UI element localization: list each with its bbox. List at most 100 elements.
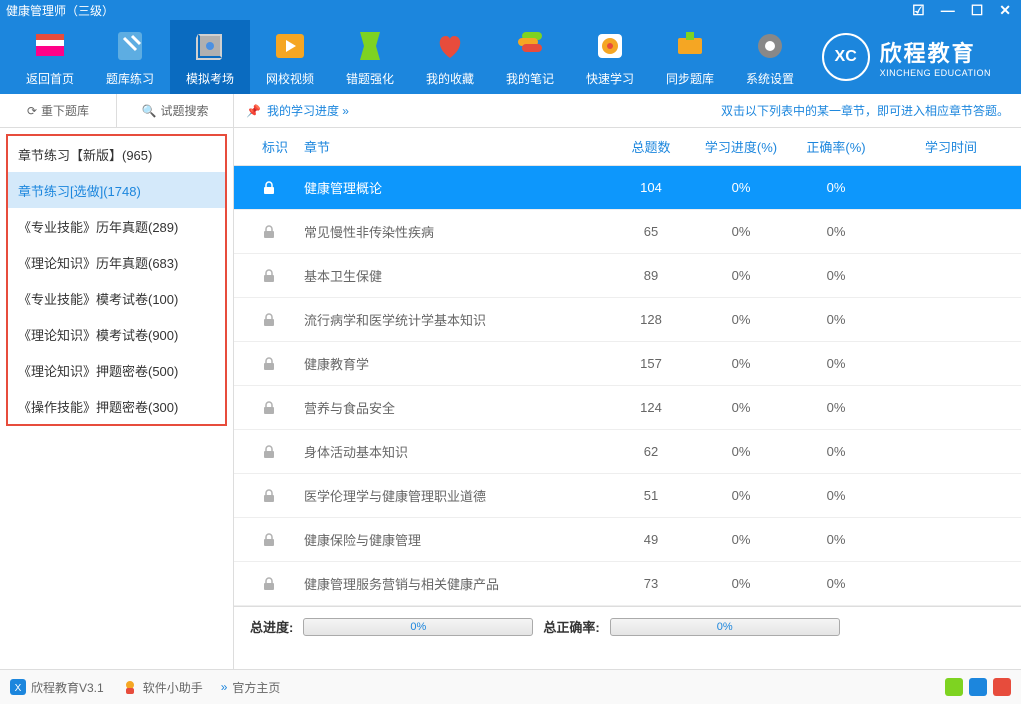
cell-progress: 0% [691,180,791,195]
sidebar-item-3[interactable]: 《理论知识》历年真题(683) [8,244,225,280]
restore-window-icon[interactable]: ☑ [908,2,929,19]
cell-total: 62 [611,444,691,459]
table-row[interactable]: 健康管理服务营销与相关健康产品730%0% [234,562,1021,606]
heart-icon [432,28,468,64]
cell-correct: 0% [791,224,881,239]
toolbar-wrong[interactable]: 错题强化 [330,20,410,94]
th-progress: 学习进度(%) [691,137,791,156]
pin-icon: 📌 [246,104,261,118]
sidebar-item-6[interactable]: 《理论知识》押题密卷(500) [8,352,225,388]
statusbar: X 欣程教育V3.1 软件小助手 » 官方主页 [0,669,1021,704]
sidebar-item-5[interactable]: 《理论知识》模考试卷(900) [8,316,225,352]
status-app[interactable]: X 欣程教育V3.1 [10,679,104,696]
minimize-window-icon[interactable]: — [937,2,959,19]
status-indicator-2[interactable] [969,678,987,696]
helper-icon [122,679,138,695]
sidebar-item-0[interactable]: 章节练习【新版】(965) [8,136,225,172]
toolbar-favorite[interactable]: 我的收藏 [410,20,490,94]
cell-progress: 0% [691,400,791,415]
toolbar-notes[interactable]: 我的笔记 [490,20,570,94]
status-indicator-1[interactable] [945,678,963,696]
table-row[interactable]: 医学伦理学与健康管理职业道德510%0% [234,474,1021,518]
sidebar-item-4[interactable]: 《专业技能》模考试卷(100) [8,280,225,316]
table-header: 标识 章节 总题数 学习进度(%) 正确率(%) 学习时间 [234,128,1021,166]
cell-progress: 0% [691,532,791,547]
th-total: 总题数 [611,137,691,156]
toolbar-quick[interactable]: 快速学习 [570,20,650,94]
cell-correct: 0% [791,400,881,415]
search-icon: 🔍 [142,104,157,118]
lock-icon [234,532,304,548]
cell-total: 104 [611,180,691,195]
toolbar-sync[interactable]: 同步题库 [650,20,730,94]
cell-chapter: 营养与食品安全 [304,398,611,417]
lock-icon [234,444,304,460]
table-row[interactable]: 健康教育学1570%0% [234,342,1021,386]
cell-correct: 0% [791,356,881,371]
toolbar-settings[interactable]: 系统设置 [730,20,810,94]
cell-correct: 0% [791,532,881,547]
my-progress-link[interactable]: 📌 我的学习进度 » [246,102,349,119]
window-controls: ☑ — ☐ ✕ [908,2,1015,19]
cell-chapter: 健康教育学 [304,354,611,373]
chevron-right-icon: » [221,680,228,694]
quick-icon [592,28,628,64]
sidebar-list: 章节练习【新版】(965) 章节练习[选做](1748) 《专业技能》历年真题(… [6,134,227,426]
cell-total: 49 [611,532,691,547]
brand-name-cn: 欣程教育 [880,36,991,68]
toolbar-video[interactable]: 网校视频 [250,20,330,94]
table-row[interactable]: 健康保险与健康管理490%0% [234,518,1021,562]
close-window-icon[interactable]: ✕ [995,2,1015,19]
table-row[interactable]: 健康管理概论1040%0% [234,166,1021,210]
cell-total: 51 [611,488,691,503]
toolbar-practice[interactable]: 题库练习 [90,20,170,94]
cell-total: 89 [611,268,691,283]
sidebar-item-2[interactable]: 《专业技能》历年真题(289) [8,208,225,244]
lock-icon [234,400,304,416]
cell-progress: 0% [691,356,791,371]
status-helper[interactable]: 软件小助手 [122,679,203,696]
toolbar-exam[interactable]: 模拟考场 [170,20,250,94]
sidebar-item-1[interactable]: 章节练习[选做](1748) [8,172,225,208]
table-row[interactable]: 营养与食品安全1240%0% [234,386,1021,430]
lock-icon [234,356,304,372]
cell-chapter: 流行病学和医学统计学基本知识 [304,310,611,329]
table-row[interactable]: 基本卫生保健890%0% [234,254,1021,298]
cell-chapter: 医学伦理学与健康管理职业道德 [304,486,611,505]
cell-total: 124 [611,400,691,415]
main: 📌 我的学习进度 » 双击以下列表中的某一章节，即可进入相应章节答题。 标识 章… [234,94,1021,669]
cell-progress: 0% [691,224,791,239]
lock-icon [234,180,304,196]
cell-correct: 0% [791,488,881,503]
toolbar-home[interactable]: 返回首页 [10,20,90,94]
cell-progress: 0% [691,268,791,283]
cell-chapter: 身体活动基本知识 [304,442,611,461]
hint-text: 双击以下列表中的某一章节，即可进入相应章节答题。 [721,102,1009,119]
lock-icon [234,488,304,504]
total-progress-bar: 0% [303,618,533,636]
reload-bank[interactable]: ⟳ 重下题库 [0,94,117,127]
cell-progress: 0% [691,312,791,327]
table-row[interactable]: 身体活动基本知识620%0% [234,430,1021,474]
practice-icon [112,28,148,64]
table-row[interactable]: 常见慢性非传染性疾病650%0% [234,210,1021,254]
video-icon [272,28,308,64]
brand-name-en: XINCHENG EDUCATION [880,68,991,78]
total-progress-label: 总进度: [250,617,293,636]
cell-total: 73 [611,576,691,591]
th-time: 学习时间 [881,137,1021,156]
maximize-window-icon[interactable]: ☐ [967,2,988,19]
table-row[interactable]: 流行病学和医学统计学基本知识1280%0% [234,298,1021,342]
titlebar: 健康管理师（三级） ☑ — ☐ ✕ [0,0,1021,20]
search-questions[interactable]: 🔍 试题搜索 [117,94,233,127]
status-homepage[interactable]: » 官方主页 [221,679,281,696]
lock-icon [234,224,304,240]
cell-total: 157 [611,356,691,371]
brand: XC 欣程教育 XINCHENG EDUCATION [822,33,1011,81]
table-body: 健康管理概论1040%0%常见慢性非传染性疾病650%0%基本卫生保健890%0… [234,166,1021,606]
status-indicator-3[interactable] [993,678,1011,696]
cell-chapter: 基本卫生保健 [304,266,611,285]
sidebar-item-7[interactable]: 《操作技能》押题密卷(300) [8,388,225,424]
summary-bar: 总进度: 0% 总正确率: 0% [234,606,1021,646]
exam-icon [192,28,228,64]
